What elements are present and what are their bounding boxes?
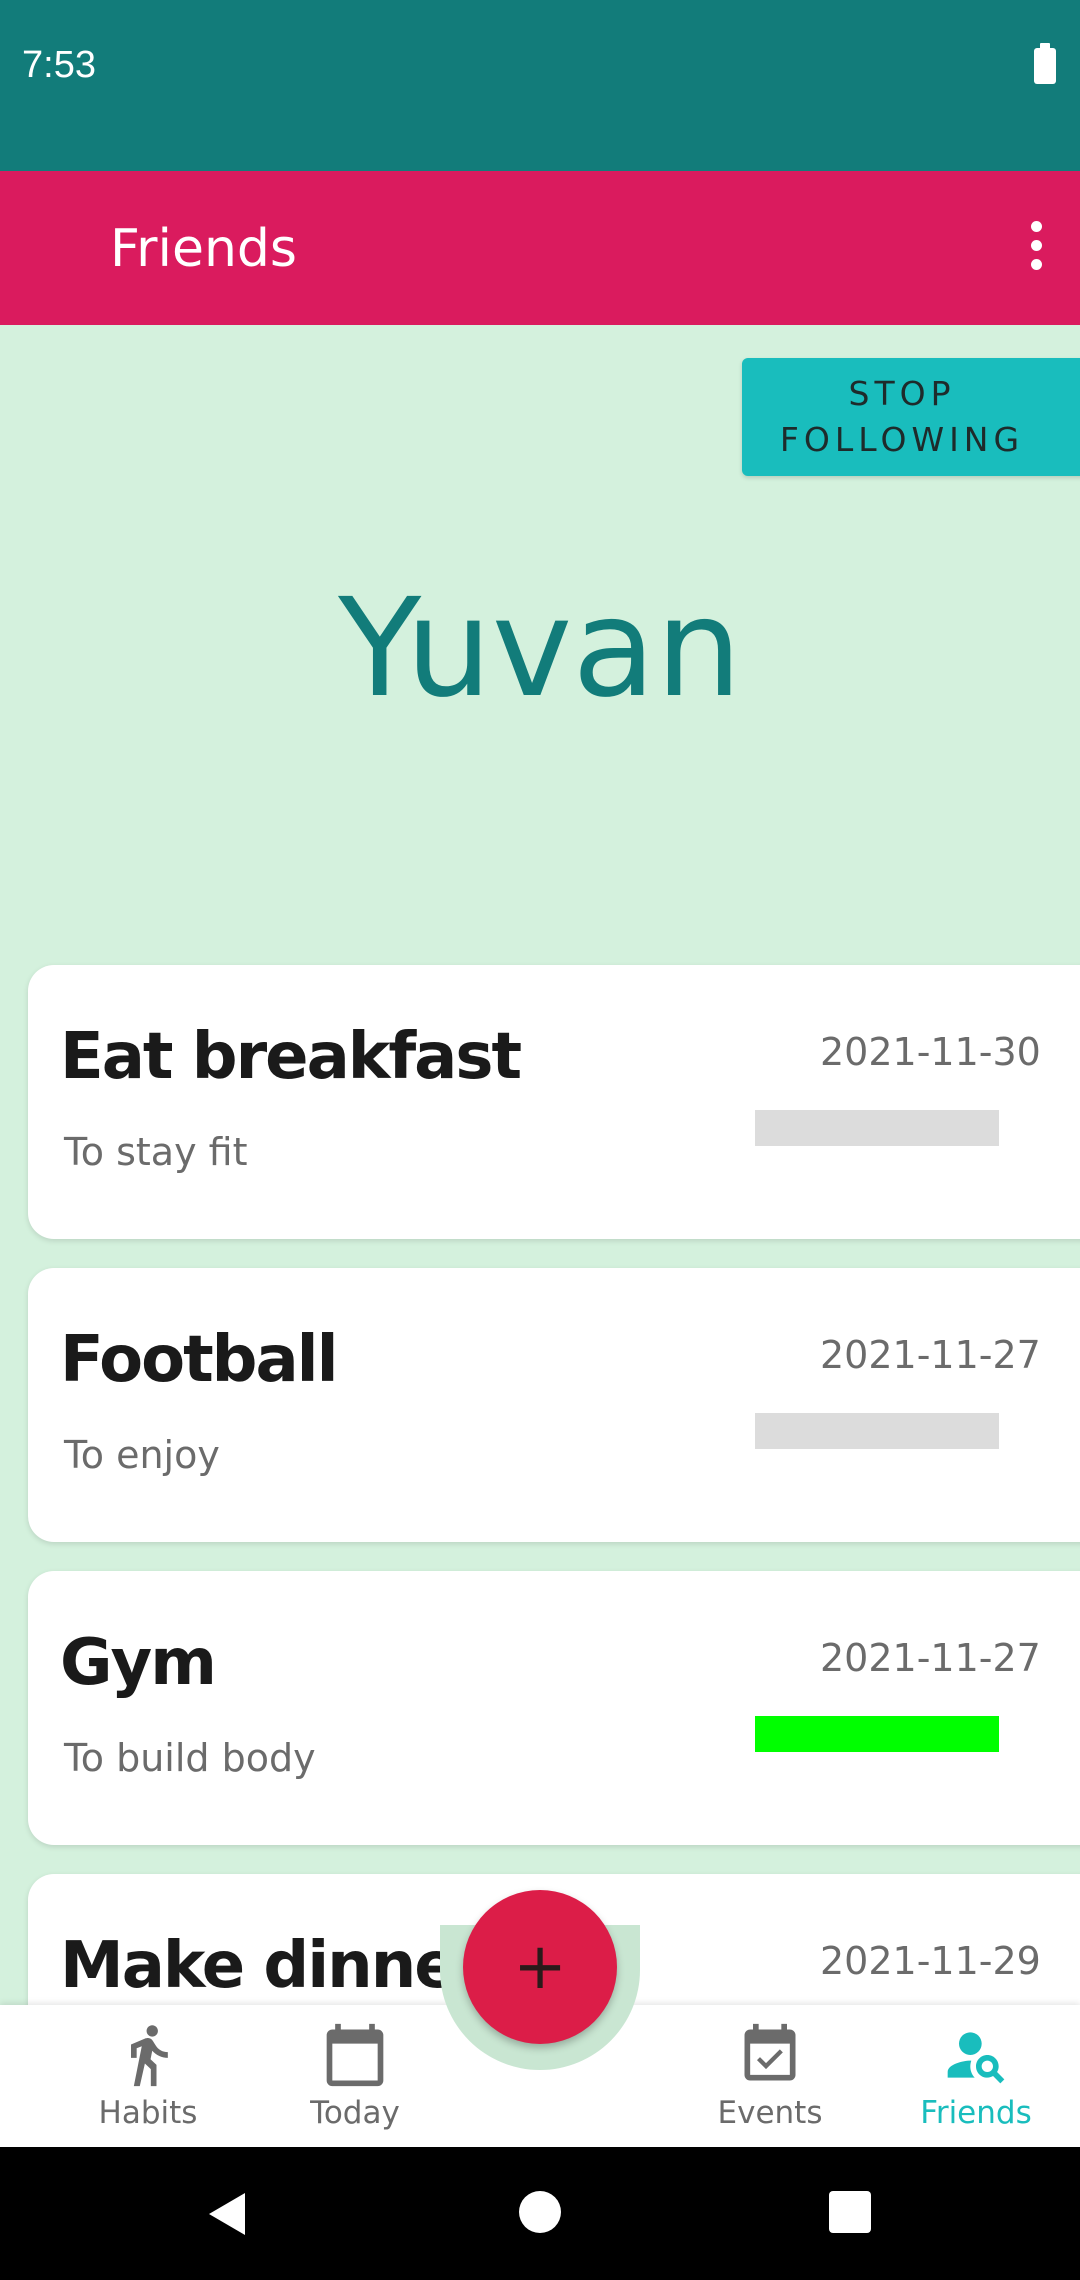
nav-label: Habits — [98, 2095, 198, 2131]
habit-progress-bar — [755, 1716, 999, 1752]
habit-progress-bar — [755, 1413, 999, 1449]
plus-icon: + — [513, 1930, 567, 2004]
page-title: Friends — [110, 219, 298, 279]
status-bar: 7:53 — [0, 0, 1080, 171]
friend-username: Yuvan — [338, 570, 742, 728]
app-bar: Friends — [0, 171, 1080, 325]
habit-title: Make dinner — [60, 1929, 487, 2003]
habit-card[interactable]: Eat breakfast To stay fit 2021-11-30 — [28, 965, 1080, 1239]
battery-icon — [1034, 43, 1056, 84]
calendar-check-icon — [680, 2021, 860, 2089]
nav-label: Today — [310, 2095, 400, 2131]
nav-label: Events — [717, 2095, 823, 2131]
stop-following-button[interactable]: STOP FOLLOWING — [742, 358, 1080, 476]
habit-subtitle: To build body — [64, 1736, 316, 1780]
habit-title: Gym — [60, 1626, 217, 1700]
running-person-icon — [58, 2021, 238, 2089]
habit-date: 2021-11-29 — [820, 1939, 1041, 1983]
back-icon[interactable] — [205, 2191, 247, 2242]
habit-date: 2021-11-27 — [820, 1333, 1041, 1377]
habit-title: Football — [60, 1323, 339, 1397]
habit-subtitle: To enjoy — [64, 1433, 220, 1477]
system-navigation-bar — [0, 2147, 1080, 2280]
nav-item-friends[interactable]: Friends — [886, 2021, 1066, 2131]
habit-card[interactable]: Football To enjoy 2021-11-27 — [28, 1268, 1080, 1542]
person-search-icon — [886, 2021, 1066, 2089]
nav-item-today[interactable]: Today — [265, 2021, 445, 2131]
habit-progress-bar — [755, 1110, 999, 1146]
status-time: 7:53 — [22, 44, 96, 86]
nav-item-habits[interactable]: Habits — [58, 2021, 238, 2131]
habit-date: 2021-11-30 — [820, 1030, 1041, 1074]
more-vert-icon[interactable] — [1028, 221, 1044, 273]
habit-title: Eat breakfast — [60, 1020, 522, 1094]
habit-date: 2021-11-27 — [820, 1636, 1041, 1680]
nav-item-events[interactable]: Events — [680, 2021, 860, 2131]
nav-label: Friends — [920, 2095, 1032, 2131]
recent-apps-icon[interactable] — [829, 2191, 871, 2233]
habit-subtitle: To stay fit — [64, 1130, 248, 1174]
habit-card[interactable]: Gym To build body 2021-11-27 — [28, 1571, 1080, 1845]
add-habit-button[interactable]: + — [463, 1890, 617, 2044]
home-icon[interactable] — [519, 2191, 561, 2233]
habit-progress-fill — [755, 1716, 999, 1752]
calendar-icon — [265, 2021, 445, 2089]
